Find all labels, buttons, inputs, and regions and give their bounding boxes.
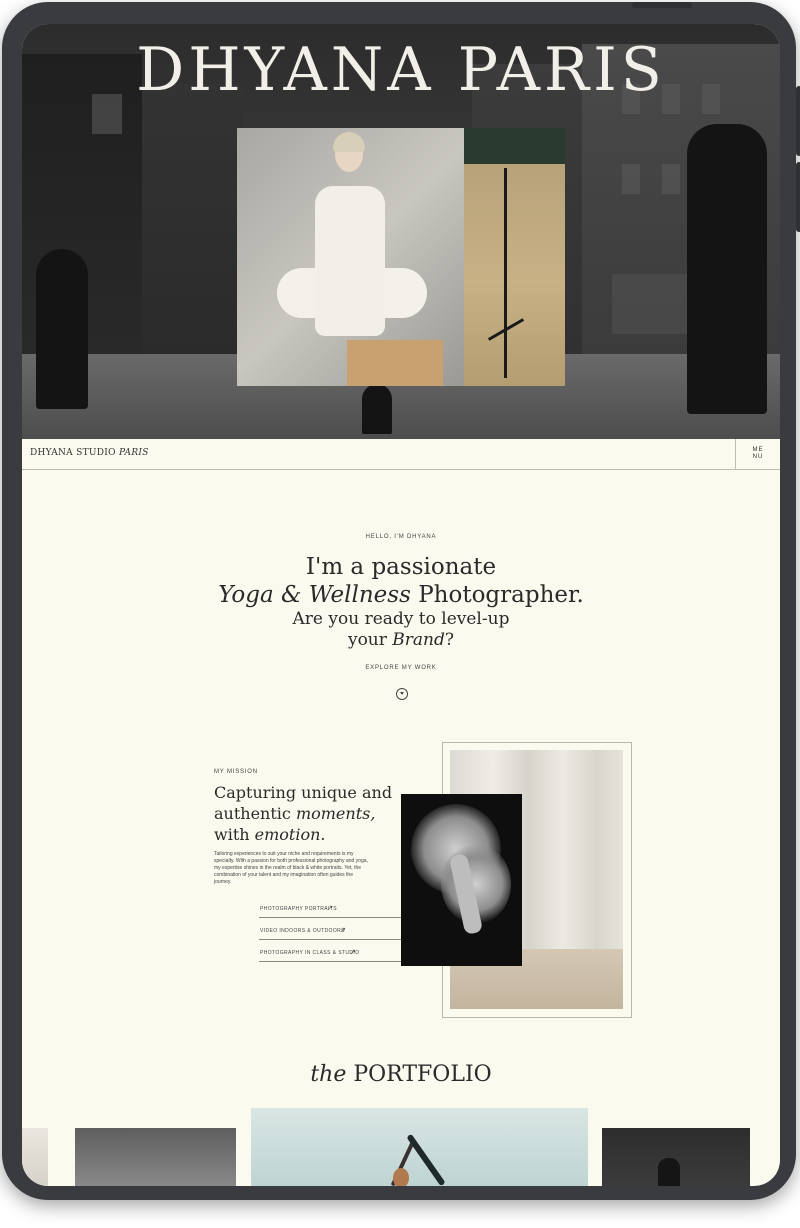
arrow-up-right-icon: ↗: [340, 927, 347, 934]
mission-heading-line3: with emotion.: [214, 824, 414, 845]
explore-work-link[interactable]: EXPLORE MY WORK: [22, 665, 780, 671]
intro-heading-line2: Yoga & Wellness Photographer.: [22, 582, 780, 608]
hero-section: DHYANA PARIS: [22, 24, 780, 439]
arrow-up-right-icon: ↗: [350, 949, 357, 956]
mission-eyebrow: MY MISSION: [214, 769, 258, 775]
portfolio-image[interactable]: [22, 1128, 48, 1186]
tablet-volume-down: [796, 162, 800, 232]
intro-eyebrow: HELLO, I'M DHYANA: [365, 534, 437, 540]
portfolio-title: the PORTFOLIO: [22, 1062, 780, 1087]
menu-label-top: ME: [752, 447, 764, 453]
portfolio-image[interactable]: [251, 1108, 588, 1186]
hero-photo-side: [464, 128, 565, 386]
mission-heading: Capturing unique and authentic moments, …: [214, 782, 414, 845]
brand-city: PARIS: [119, 448, 149, 458]
intro-heading-italic: Yoga & Wellness: [218, 582, 411, 608]
portfolio-image[interactable]: [602, 1128, 750, 1186]
tablet-screen: DHYANA PARIS DHYANA STUDIO PARIS ME NU H…: [22, 24, 780, 1186]
intro-heading-post: ?: [444, 630, 455, 650]
intro-heading-rest: Photographer.: [410, 582, 584, 608]
hero-bg-pedestrian: [36, 249, 88, 409]
photo-model-body: [315, 186, 385, 336]
service-label: PHOTOGRAPHY IN CLASS & STUDIO: [260, 950, 360, 956]
chevron-down-circle-icon[interactable]: [396, 688, 408, 700]
tablet-power-button: [632, 2, 692, 8]
hero-title: DHYANA PARIS: [136, 35, 666, 105]
hero-bg-window: [622, 164, 640, 194]
mission-heading-line1: Capturing unique and: [214, 783, 393, 802]
service-label: VIDEO INDOORS & OUTDOORS: [260, 928, 345, 934]
photo-yogi-head: [393, 1168, 409, 1186]
photo-stool: [347, 340, 443, 386]
tablet-volume-up: [796, 86, 800, 156]
hero-photo-main: [237, 128, 464, 386]
photo-yogi-arm: [406, 1133, 446, 1186]
portfolio-title-rest: PORTFOLIO: [346, 1062, 492, 1087]
hero-bg-pedestrian: [687, 124, 767, 414]
intro-heading-brand: Brand: [392, 630, 445, 650]
mission-heading-moments: moments,: [295, 804, 376, 823]
menu-button[interactable]: ME NU: [735, 439, 780, 469]
intro-heading-line4: your Brand?: [22, 630, 780, 650]
portfolio-image[interactable]: [75, 1128, 236, 1186]
hero-bg-window: [662, 164, 680, 194]
photo-tripod: [504, 168, 507, 378]
intro-heading-pre: your: [347, 630, 393, 650]
brand-logo-link[interactable]: DHYANA STUDIO PARIS: [30, 448, 149, 458]
photo-portrait-figure: [658, 1158, 680, 1186]
mission-heading-line2: authentic moments,: [214, 803, 414, 824]
menu-label-bottom: NU: [752, 454, 764, 460]
hero-bg-building: [142, 84, 242, 384]
mission-heading-emotion: emotion.: [254, 825, 326, 844]
intro-heading-line1: I'm a passionate: [305, 554, 497, 580]
service-link-studio[interactable]: PHOTOGRAPHY IN CLASS & STUDIO ↗: [259, 940, 401, 962]
tablet-frame: DHYANA PARIS DHYANA STUDIO PARIS ME NU H…: [2, 2, 800, 1200]
intro-heading-line3: Are you ready to level-up: [292, 609, 510, 629]
photo-model-hair: [333, 132, 365, 152]
mission-heading-pre: authentic: [214, 804, 296, 823]
site-navbar: DHYANA STUDIO PARIS ME NU: [22, 439, 780, 470]
service-link-video[interactable]: VIDEO INDOORS & OUTDOORS ↗: [259, 918, 401, 940]
portfolio-title-italic: the: [310, 1062, 347, 1087]
arrow-up-right-icon: ↗: [327, 905, 334, 912]
mission-photo-dancer: [401, 794, 522, 966]
service-label: PHOTOGRAPHY PORTRAITS: [260, 906, 338, 912]
brand-name: DHYANA STUDIO: [30, 448, 116, 458]
hero-bg-pedestrian: [362, 384, 392, 434]
service-link-portraits[interactable]: PHOTOGRAPHY PORTRAITS ↗: [259, 896, 401, 918]
mission-paragraph: Tailoring experiences to suit your niche…: [214, 851, 368, 885]
mission-heading-with: with: [214, 825, 255, 844]
